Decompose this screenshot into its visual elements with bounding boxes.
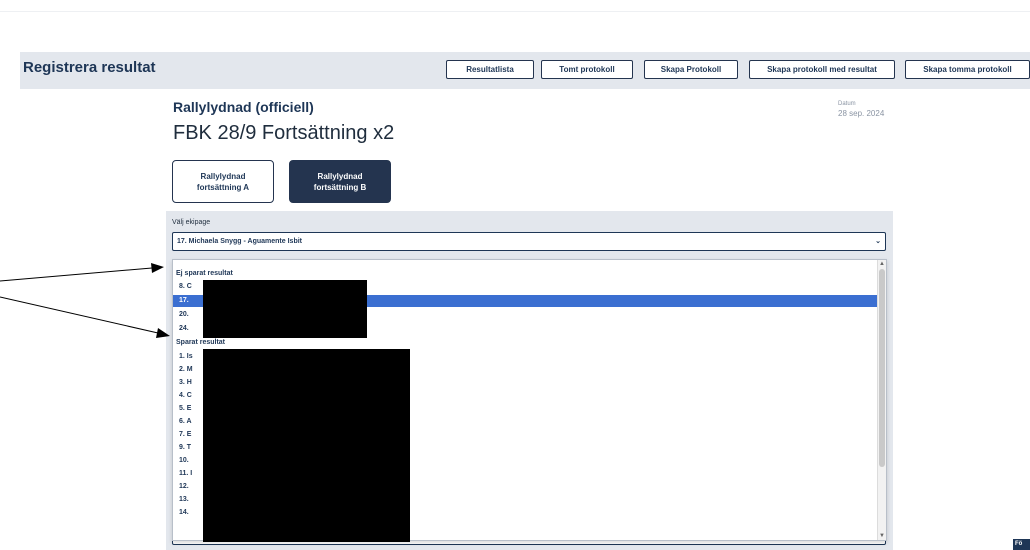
annotation-arrow-line: [0, 267, 153, 282]
annotation-arrow-line: [0, 296, 159, 334]
annotation-arrow-head: [156, 328, 170, 338]
corner-button[interactable]: Fö: [1013, 539, 1030, 550]
annotation-arrow-head: [151, 263, 164, 273]
annotation-arrows: [0, 263, 170, 338]
